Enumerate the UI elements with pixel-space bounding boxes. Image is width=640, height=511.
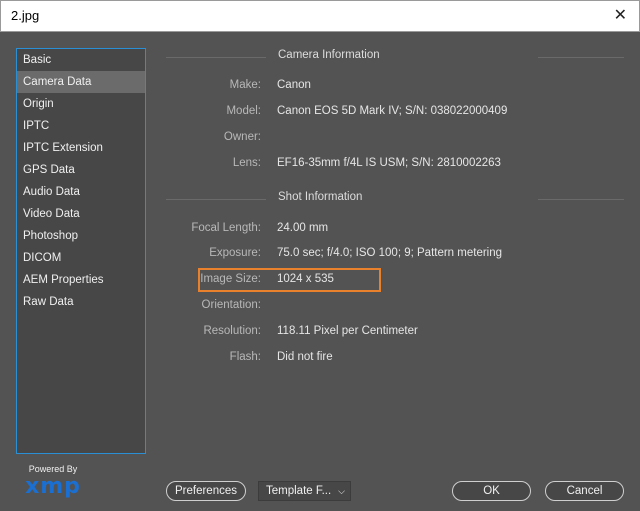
field-value: Canon	[277, 79, 311, 91]
preferences-button[interactable]: Preferences	[166, 481, 246, 501]
powered-by-text: Powered By	[28, 464, 78, 474]
field-value: EF16-35mm f/4L IS USM; S/N: 2810002263	[277, 157, 501, 169]
field-label: Image Size:	[200, 273, 261, 285]
field-value: 24.00 mm	[277, 222, 329, 234]
field-make: Make: Canon	[166, 79, 624, 97]
field-value: 1024 x 535	[277, 273, 334, 285]
field-value: Did not fire	[277, 351, 333, 363]
field-image-size: Image Size: 1024 x 535	[166, 273, 624, 291]
field-label: Flash:	[229, 351, 261, 363]
field-lens: Lens: EF16-35mm f/4L IS USM; S/N: 281000…	[166, 157, 624, 175]
sidebar-item-iptc-extension[interactable]: IPTC Extension	[17, 137, 145, 159]
field-resolution: Resolution: 118.11 Pixel per Centimeter	[166, 325, 624, 343]
sidebar-item-audio-data[interactable]: Audio Data	[17, 181, 145, 203]
field-owner: Owner:	[166, 131, 624, 149]
category-list: Basic Camera Data Origin IPTC IPTC Exten…	[16, 48, 146, 454]
divider	[538, 57, 624, 58]
section-title: Camera Information	[278, 49, 380, 61]
cancel-button[interactable]: Cancel	[545, 481, 624, 501]
title-bar: 2.jpg ✕	[0, 0, 640, 32]
divider	[166, 57, 266, 58]
sidebar-item-camera-data[interactable]: Camera Data	[17, 71, 145, 93]
field-value: 75.0 sec; f/4.0; ISO 100; 9; Pattern met…	[277, 247, 503, 259]
field-value: Canon EOS 5D Mark IV; S/N: 038022000409	[277, 105, 508, 117]
chevron-down-icon: ⌵	[338, 486, 345, 496]
field-focal-length: Focal Length: 24.00 mm	[166, 222, 624, 240]
sidebar-item-gps-data[interactable]: GPS Data	[17, 159, 145, 181]
section-title: Shot Information	[278, 191, 363, 203]
close-icon[interactable]: ✕	[614, 7, 627, 25]
template-dropdown-label: Template F...	[266, 485, 332, 497]
field-label: Focal Length:	[191, 222, 261, 234]
sidebar-item-dicom[interactable]: DICOM	[17, 247, 145, 269]
field-model: Model: Canon EOS 5D Mark IV; S/N: 038022…	[166, 105, 624, 123]
field-orientation: Orientation:	[166, 299, 624, 317]
divider	[538, 199, 624, 200]
divider	[166, 199, 266, 200]
sidebar-item-iptc[interactable]: IPTC	[17, 115, 145, 137]
xmp-branding: Powered By xmp	[18, 464, 88, 498]
sidebar-item-photoshop[interactable]: Photoshop	[17, 225, 145, 247]
shot-information-heading: Shot Information	[166, 191, 624, 207]
sidebar-item-raw-data[interactable]: Raw Data	[17, 291, 145, 313]
field-label: Make:	[229, 79, 261, 91]
window-title: 2.jpg	[11, 8, 40, 23]
sidebar-item-origin[interactable]: Origin	[17, 93, 145, 115]
template-dropdown[interactable]: Template F... ⌵	[258, 481, 351, 501]
field-value: 118.11 Pixel per Centimeter	[277, 325, 418, 337]
field-label: Owner:	[223, 131, 261, 143]
field-label: Orientation:	[201, 299, 261, 311]
sidebar-item-aem-properties[interactable]: AEM Properties	[17, 269, 145, 291]
field-exposure: Exposure: 75.0 sec; f/4.0; ISO 100; 9; P…	[166, 247, 624, 265]
sidebar-item-video-data[interactable]: Video Data	[17, 203, 145, 225]
sidebar-item-basic[interactable]: Basic	[17, 49, 145, 71]
camera-information-heading: Camera Information	[166, 49, 624, 65]
ok-button[interactable]: OK	[452, 481, 531, 501]
field-label: Lens:	[232, 157, 261, 169]
field-label: Model:	[226, 105, 261, 117]
field-label: Resolution:	[203, 325, 261, 337]
xmp-logo: xmp	[25, 474, 81, 499]
field-label: Exposure:	[209, 247, 261, 259]
field-flash: Flash: Did not fire	[166, 351, 624, 369]
